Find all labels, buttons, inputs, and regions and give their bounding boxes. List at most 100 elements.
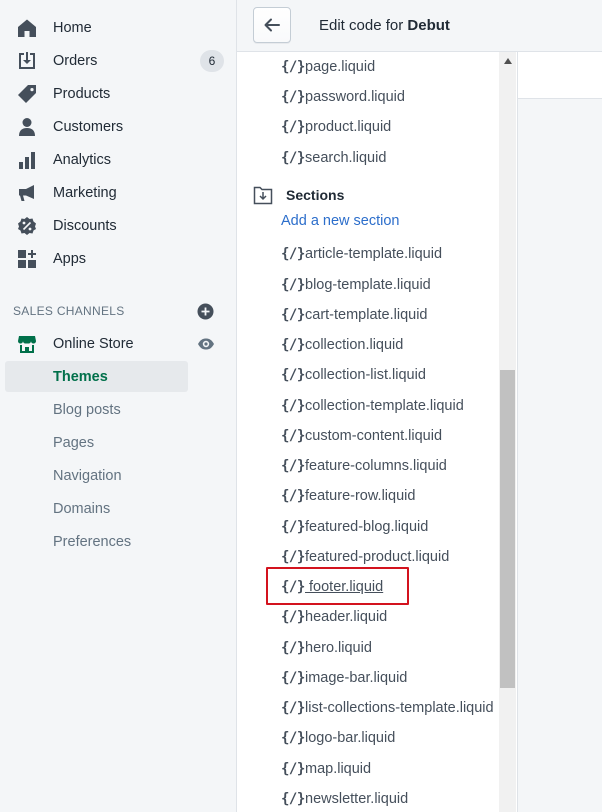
folder-download-icon	[253, 185, 273, 205]
file-name: map.liquid	[305, 761, 372, 777]
liquid-file-icon: {/}	[281, 307, 305, 323]
nav-label: Customers	[53, 119, 124, 135]
file-item[interactable]: {/} logo-bar.liquid	[281, 726, 395, 750]
file-item[interactable]: {/} search.liquid	[281, 146, 386, 170]
theme-file-tree: {/} page.liquid {/} password.liquid {/} …	[237, 52, 517, 812]
bar-chart-icon	[17, 150, 37, 170]
liquid-file-icon: {/}	[281, 519, 305, 535]
nav-item-home[interactable]: Home	[0, 13, 237, 43]
file-name: article-template.liquid	[305, 246, 443, 262]
file-name: cart-template.liquid	[305, 307, 428, 323]
file-name: page.liquid	[305, 59, 376, 75]
nav-item-customers[interactable]: Customers	[0, 112, 237, 142]
nav-label: Online Store	[53, 336, 134, 352]
file-item[interactable]: {/} cart-template.liquid	[281, 303, 428, 327]
liquid-file-icon: {/}	[281, 458, 305, 474]
liquid-file-icon: {/}	[281, 579, 305, 595]
file-item[interactable]: {/} blog-template.liquid	[281, 273, 431, 297]
liquid-file-icon: {/}	[281, 488, 305, 504]
file-item[interactable]: {/} custom-content.liquid	[281, 424, 442, 448]
sub-item-preferences[interactable]: Preferences	[5, 526, 188, 557]
page-title: Edit code for Debut	[319, 17, 450, 34]
file-name: collection-list.liquid	[305, 367, 426, 383]
nav-label: Marketing	[53, 185, 117, 201]
nav-label: Analytics	[53, 152, 112, 168]
file-item[interactable]: {/} page.liquid	[281, 55, 375, 79]
file-item[interactable]: {/} collection-template.liquid	[281, 394, 464, 418]
file-item[interactable]: {/} map.liquid	[281, 757, 371, 781]
file-name: collection-template.liquid	[305, 398, 464, 414]
sub-item-blog-posts[interactable]: Blog posts	[5, 394, 188, 425]
eye-icon[interactable]	[197, 335, 215, 353]
liquid-file-icon: {/}	[281, 59, 305, 75]
file-name: search.liquid	[305, 150, 387, 166]
code-editor-header: Edit code for Debut	[237, 0, 602, 52]
file-item[interactable]: {/} featured-blog.liquid	[281, 515, 428, 539]
page-title-prefix: Edit code for	[319, 17, 404, 34]
liquid-file-icon: {/}	[281, 700, 305, 716]
discount-icon	[17, 216, 37, 236]
file-name: featured-blog.liquid	[305, 519, 429, 535]
file-list-scrollbar[interactable]	[499, 52, 516, 812]
nav-label: Discounts	[53, 218, 117, 234]
file-item[interactable]: {/} feature-columns.liquid	[281, 454, 447, 478]
apps-icon	[17, 249, 37, 269]
file-item[interactable]: {/} header.liquid	[281, 605, 387, 629]
sub-item-themes[interactable]: Themes	[5, 361, 188, 392]
nav-label: Apps	[53, 251, 87, 267]
arrow-left-icon	[264, 18, 280, 32]
nav-item-apps[interactable]: Apps	[0, 244, 237, 274]
file-name: blog-template.liquid	[305, 277, 431, 293]
file-item[interactable]: {/} collection-list.liquid	[281, 363, 426, 387]
add-sales-channel-icon[interactable]	[197, 303, 214, 320]
sections-folder-header[interactable]: Sections	[253, 183, 344, 207]
nav-item-discounts[interactable]: Discounts	[0, 211, 237, 241]
liquid-file-icon: {/}	[281, 791, 305, 807]
file-item[interactable]: {/} article-template.liquid	[281, 242, 442, 266]
nav-item-marketing[interactable]: Marketing	[0, 178, 237, 208]
sub-item-pages[interactable]: Pages	[5, 427, 188, 458]
liquid-file-icon: {/}	[281, 730, 305, 746]
nav-item-products[interactable]: Products	[0, 79, 237, 109]
nav-label: Home	[53, 20, 92, 36]
file-name: featured-product.liquid	[305, 549, 450, 565]
liquid-file-icon: {/}	[281, 337, 305, 353]
nav-label: Orders	[53, 53, 98, 69]
scrollbar-thumb[interactable]	[500, 370, 515, 688]
liquid-file-icon: {/}	[281, 640, 305, 656]
back-button[interactable]	[253, 7, 291, 43]
add-new-section-link[interactable]: Add a new section	[281, 213, 400, 229]
file-item[interactable]: {/} feature-row.liquid	[281, 484, 415, 508]
file-item[interactable]: {/} image-bar.liquid	[281, 666, 407, 690]
file-item[interactable]: {/} featured-product.liquid	[281, 545, 449, 569]
nav-item-analytics[interactable]: Analytics	[0, 145, 237, 175]
file-item[interactable]: {/} password.liquid	[281, 85, 405, 109]
file-item[interactable]: {/} product.liquid	[281, 115, 391, 139]
sub-item-navigation[interactable]: Navigation	[5, 460, 188, 491]
nav-label: Products	[53, 86, 111, 102]
sidebar: Home Orders 6 Products Customers Analyti…	[0, 0, 237, 812]
liquid-file-icon: {/}	[281, 609, 305, 625]
file-name: list-collections-template.liquid	[305, 700, 494, 716]
liquid-file-icon: {/}	[281, 150, 305, 166]
file-item-footer[interactable]: {/} footer.liquid	[281, 575, 383, 599]
file-item[interactable]: {/} collection.liquid	[281, 333, 403, 357]
file-name: feature-columns.liquid	[305, 458, 447, 474]
file-item[interactable]: {/} newsletter.liquid	[281, 787, 408, 811]
file-item[interactable]: {/} hero.liquid	[281, 636, 372, 660]
file-name: feature-row.liquid	[305, 488, 416, 504]
liquid-file-icon: {/}	[281, 428, 305, 444]
liquid-file-icon: {/}	[281, 89, 305, 105]
file-item[interactable]: {/} list-collections-template.liquid	[281, 696, 494, 720]
scroll-up-arrow-icon[interactable]	[499, 52, 516, 69]
sub-item-domains[interactable]: Domains	[5, 493, 188, 524]
theme-name: Debut	[407, 17, 450, 34]
editor-tab-bar	[518, 52, 602, 99]
home-icon	[17, 18, 37, 38]
liquid-file-icon: {/}	[281, 246, 305, 262]
orders-icon	[17, 51, 37, 71]
liquid-file-icon: {/}	[281, 549, 305, 565]
megaphone-icon	[17, 183, 37, 203]
code-editor-area	[517, 52, 602, 812]
file-name: image-bar.liquid	[305, 670, 408, 686]
